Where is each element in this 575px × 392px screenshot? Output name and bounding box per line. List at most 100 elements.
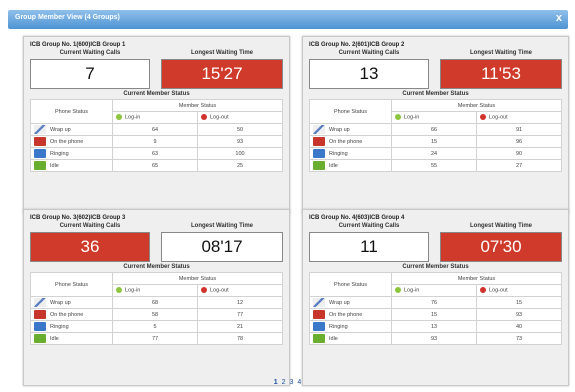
row-label: Ringing	[30, 320, 113, 333]
table-row: Ringing 13 40	[309, 320, 562, 333]
log-out-count: 21	[197, 320, 283, 333]
row-label: Wrap up	[309, 296, 392, 309]
row-label-text: On the phone	[329, 311, 363, 318]
row-label-text: Ringing	[50, 323, 69, 330]
log-out-header: Log-out	[197, 111, 283, 124]
log-out-dot-icon	[201, 287, 207, 294]
log-in-header: Log-in	[112, 111, 198, 124]
log-out-label: Log-out	[210, 287, 229, 294]
table-row: Wrap up 66 91	[309, 123, 562, 136]
member-status-table: Phone Status Member Status Log-in Log-ou…	[30, 272, 283, 345]
page-link-1[interactable]: 1	[274, 379, 278, 386]
table-row: Idle 55 27	[309, 159, 562, 172]
group-title: ICB Group No. 4(603)ICB Group 4	[309, 215, 405, 221]
waiting-calls-label: Current Waiting Calls	[59, 223, 121, 229]
log-out-dot-icon	[480, 114, 486, 121]
group-panel-2: ICB Group No. 2(601)ICB Group 2 Current …	[302, 36, 569, 213]
group-panel-3: ICB Group No. 3(602)ICB Group 3 Current …	[23, 209, 290, 386]
waiting-calls-value: 11	[309, 232, 429, 262]
close-icon[interactable]: x	[556, 12, 562, 24]
page-link-4[interactable]: 4	[297, 379, 301, 386]
log-in-count: 93	[391, 332, 477, 345]
member-status-table: Phone Status Member Status Log-in Log-ou…	[309, 272, 562, 345]
log-out-header: Log-out	[197, 284, 283, 297]
ringing-icon	[34, 149, 46, 158]
page-link-2[interactable]: 2	[282, 379, 286, 386]
phone-status-header: Phone Status	[30, 99, 113, 124]
log-in-dot-icon	[116, 287, 122, 294]
idle-icon	[313, 161, 325, 170]
idle-icon	[34, 334, 46, 343]
log-out-count: 27	[476, 159, 562, 172]
row-label: Idle	[30, 159, 113, 172]
wrap-up-icon	[313, 298, 325, 307]
log-out-count: 12	[197, 296, 283, 309]
wrap-up-icon	[34, 125, 46, 134]
log-in-count: 66	[391, 123, 477, 136]
pagination: 1 2 3 4	[0, 379, 575, 386]
row-label-text: Ringing	[50, 150, 69, 157]
table-row: Idle 65 25	[30, 159, 283, 172]
wrap-up-icon	[34, 298, 46, 307]
log-in-count: 58	[112, 308, 198, 321]
log-in-header: Log-in	[112, 284, 198, 297]
table-row: Wrap up 68 12	[30, 296, 283, 309]
waiting-time-value: 15'27	[161, 59, 283, 89]
idle-icon	[313, 334, 325, 343]
row-label: On the phone	[309, 135, 392, 148]
log-out-count: 15	[476, 296, 562, 309]
row-label: Idle	[309, 332, 392, 345]
table-row: Ringing 63 100	[30, 147, 283, 160]
member-status-heading: Current Member Status	[402, 91, 469, 97]
ringing-icon	[313, 149, 325, 158]
log-out-label: Log-out	[489, 114, 508, 121]
log-out-count: 50	[197, 123, 283, 136]
row-label: On the phone	[30, 135, 113, 148]
log-in-count: 13	[391, 320, 477, 333]
log-out-label: Log-out	[210, 114, 229, 121]
window-titlebar[interactable]: Group Member View (4 Groups) x	[8, 10, 568, 29]
log-in-dot-icon	[116, 114, 122, 121]
log-in-count: 65	[112, 159, 198, 172]
member-status-header: Member Status	[391, 272, 562, 285]
table-row: On the phone 15 93	[309, 308, 562, 321]
on-the-phone-icon	[313, 310, 325, 319]
waiting-time-value: 11'53	[440, 59, 562, 89]
log-out-count: 25	[197, 159, 283, 172]
row-label: Wrap up	[309, 123, 392, 136]
log-out-count: 73	[476, 332, 562, 345]
log-out-count: 93	[476, 308, 562, 321]
on-the-phone-icon	[34, 310, 46, 319]
ringing-icon	[34, 322, 46, 331]
group-title: ICB Group No. 2(601)ICB Group 2	[309, 42, 405, 48]
page-link-3[interactable]: 3	[289, 379, 293, 386]
log-out-count: 40	[476, 320, 562, 333]
table-row: Ringing 24 90	[309, 147, 562, 160]
log-in-count: 15	[391, 135, 477, 148]
row-label: On the phone	[309, 308, 392, 321]
waiting-calls-label: Current Waiting Calls	[59, 50, 121, 56]
on-the-phone-icon	[313, 137, 325, 146]
member-status-header: Member Status	[112, 99, 283, 112]
ringing-icon	[313, 322, 325, 331]
group-title: ICB Group No. 1(600)ICB Group 1	[30, 42, 126, 48]
log-out-count: 100	[197, 147, 283, 160]
log-out-count: 90	[476, 147, 562, 160]
member-status-header: Member Status	[112, 272, 283, 285]
row-label: Ringing	[309, 320, 392, 333]
group-title: ICB Group No. 3(602)ICB Group 3	[30, 215, 126, 221]
row-label-text: Ringing	[329, 150, 348, 157]
member-status-heading: Current Member Status	[123, 264, 190, 270]
log-in-dot-icon	[395, 114, 401, 121]
table-row: Wrap up 76 15	[309, 296, 562, 309]
log-in-label: Log-in	[404, 114, 420, 121]
waiting-time-label: Longest Waiting Time	[190, 50, 253, 56]
row-label-text: On the phone	[50, 311, 84, 318]
log-out-dot-icon	[480, 287, 486, 294]
waiting-time-value: 07'30	[440, 232, 562, 262]
row-label-text: Wrap up	[329, 126, 350, 133]
row-label: Idle	[309, 159, 392, 172]
row-label-text: Ringing	[329, 323, 348, 330]
group-panel-1: ICB Group No. 1(600)ICB Group 1 Current …	[23, 36, 290, 213]
table-row: On the phone 58 77	[30, 308, 283, 321]
